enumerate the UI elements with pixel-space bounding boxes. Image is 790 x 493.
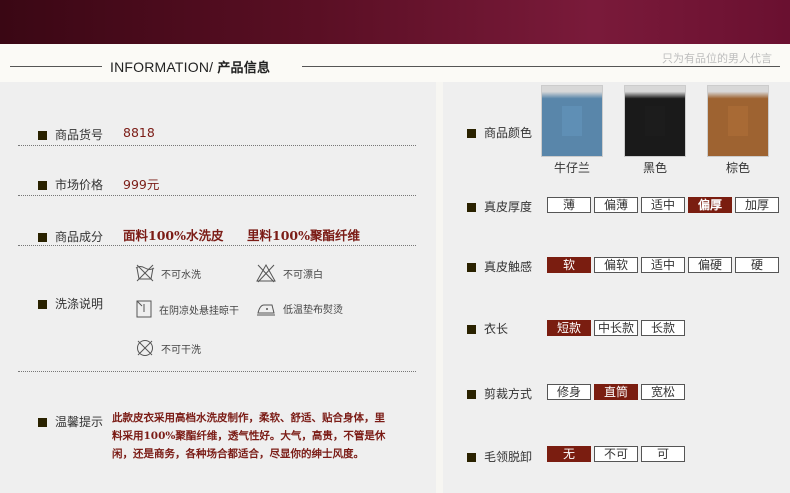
- info-right-panel: 商品颜色 牛仔兰 黑色 棕色 真皮厚度 薄偏薄 适中 偏厚 加厚 真皮触感 软偏软 适中…: [443, 82, 790, 493]
- wash-shade-dry: 在阴凉处悬挂晾干: [135, 300, 239, 318]
- jacket-black-image: [624, 85, 686, 157]
- option-touch-3[interactable]: 偏硬: [688, 257, 732, 273]
- heading-bar: 只为有品位的男人代言 INFORMATION/ 产品信息: [0, 44, 790, 82]
- bullet-square: [38, 418, 47, 427]
- color-name: 棕色: [725, 161, 750, 175]
- bullet-square: [467, 203, 476, 212]
- collar-options: 无不可可: [547, 446, 688, 462]
- tips-label: 温馨提示: [38, 413, 103, 430]
- option-cut-2[interactable]: 宽松: [641, 384, 685, 400]
- bullet-square: [38, 181, 47, 190]
- divider: [18, 195, 416, 196]
- option-length-2[interactable]: 长款: [641, 320, 686, 336]
- option-thickness-1[interactable]: 偏薄: [594, 197, 638, 213]
- color-swatch-black[interactable]: 黑色: [624, 85, 686, 176]
- section-title-en: INFORMATION/: [110, 59, 214, 75]
- divider: [18, 371, 416, 372]
- shade-dry-icon: [136, 300, 152, 318]
- option-collar-0[interactable]: 无: [547, 446, 591, 462]
- wash-no-water: 不可水洗: [135, 264, 201, 282]
- iron-icon: [257, 304, 275, 316]
- wash-label: 洗涤说明: [38, 295, 103, 312]
- section-title-cn: 产品信息: [217, 61, 271, 76]
- heading-rule-left: [10, 66, 102, 67]
- price-value: 999元: [123, 177, 160, 192]
- option-thickness-2[interactable]: 适中: [641, 197, 685, 213]
- bullet-square: [38, 300, 47, 309]
- tips-text: 此款皮衣采用高档水洗皮制作，柔软、舒适、贴合身体，里料采用100%聚酯纤维，透气…: [112, 412, 386, 460]
- option-collar-1[interactable]: 不可: [594, 446, 638, 462]
- option-cut-1[interactable]: 直筒: [594, 384, 638, 400]
- collar-label: 毛领脱卸: [467, 448, 532, 465]
- panel-gap: [436, 82, 443, 493]
- option-touch-2[interactable]: 适中: [641, 257, 685, 273]
- bullet-square: [467, 129, 476, 138]
- item-no-value: 8818: [123, 125, 155, 140]
- option-touch-4[interactable]: 硬: [735, 257, 779, 273]
- bullet-square: [467, 263, 476, 272]
- jacket-denim-image: [541, 85, 603, 157]
- option-length-0[interactable]: 短款: [547, 320, 591, 336]
- length-label: 衣长: [467, 320, 508, 337]
- color-swatch-denim[interactable]: 牛仔兰: [541, 85, 603, 176]
- top-banner: [0, 0, 790, 44]
- color-name: 牛仔兰: [553, 161, 590, 175]
- option-thickness-3[interactable]: 偏厚: [688, 197, 732, 213]
- heading-rule-right: [302, 66, 780, 67]
- bullet-square: [467, 325, 476, 334]
- slogan: 只为有品位的男人代言: [662, 52, 772, 65]
- length-options: 短款 中长款 长款: [547, 320, 688, 336]
- color-name: 黑色: [642, 161, 667, 175]
- bullet-square: [38, 131, 47, 140]
- bullet-square: [467, 390, 476, 399]
- cut-label: 剪裁方式: [467, 385, 532, 402]
- option-touch-1[interactable]: 偏软: [594, 257, 638, 273]
- option-thickness-4[interactable]: 加厚: [735, 197, 779, 213]
- bullet-square: [467, 453, 476, 462]
- touch-options: 软偏软 适中 偏硬硬: [547, 257, 782, 273]
- touch-label: 真皮触感: [467, 258, 532, 275]
- option-touch-0[interactable]: 软: [547, 257, 591, 273]
- color-label: 商品颜色: [467, 124, 532, 141]
- wash-no-bleach: 不可漂白: [255, 263, 323, 283]
- wash-no-dryclean: 不可干洗: [135, 338, 201, 358]
- option-collar-2[interactable]: 可: [641, 446, 685, 462]
- no-bleach-icon: [256, 263, 276, 283]
- bullet-square: [38, 233, 47, 242]
- divider: [18, 245, 416, 246]
- thickness-label: 真皮厚度: [467, 198, 532, 215]
- no-wash-icon: [135, 264, 155, 282]
- option-thickness-0[interactable]: 薄: [547, 197, 591, 213]
- material-outer: 面料100%水洗皮: [123, 228, 224, 243]
- material-lining: 里料100%聚酯纤维: [247, 228, 360, 243]
- divider: [18, 145, 416, 146]
- thickness-options: 薄偏薄 适中 偏厚 加厚: [547, 197, 782, 213]
- wash-low-iron: 低温垫布熨烫: [255, 299, 343, 317]
- option-length-1[interactable]: 中长款: [594, 320, 639, 336]
- cut-options: 修身 直筒 宽松: [547, 384, 688, 400]
- option-cut-0[interactable]: 修身: [547, 384, 591, 400]
- color-swatch-brown[interactable]: 棕色: [707, 85, 769, 176]
- item-no-label: 商品货号: [38, 126, 103, 143]
- price-label: 市场价格: [38, 176, 103, 193]
- material-label: 商品成分: [38, 228, 103, 245]
- jacket-brown-image: [707, 85, 769, 157]
- no-dryclean-icon: [137, 340, 153, 356]
- section-title: INFORMATION/ 产品信息: [110, 57, 270, 76]
